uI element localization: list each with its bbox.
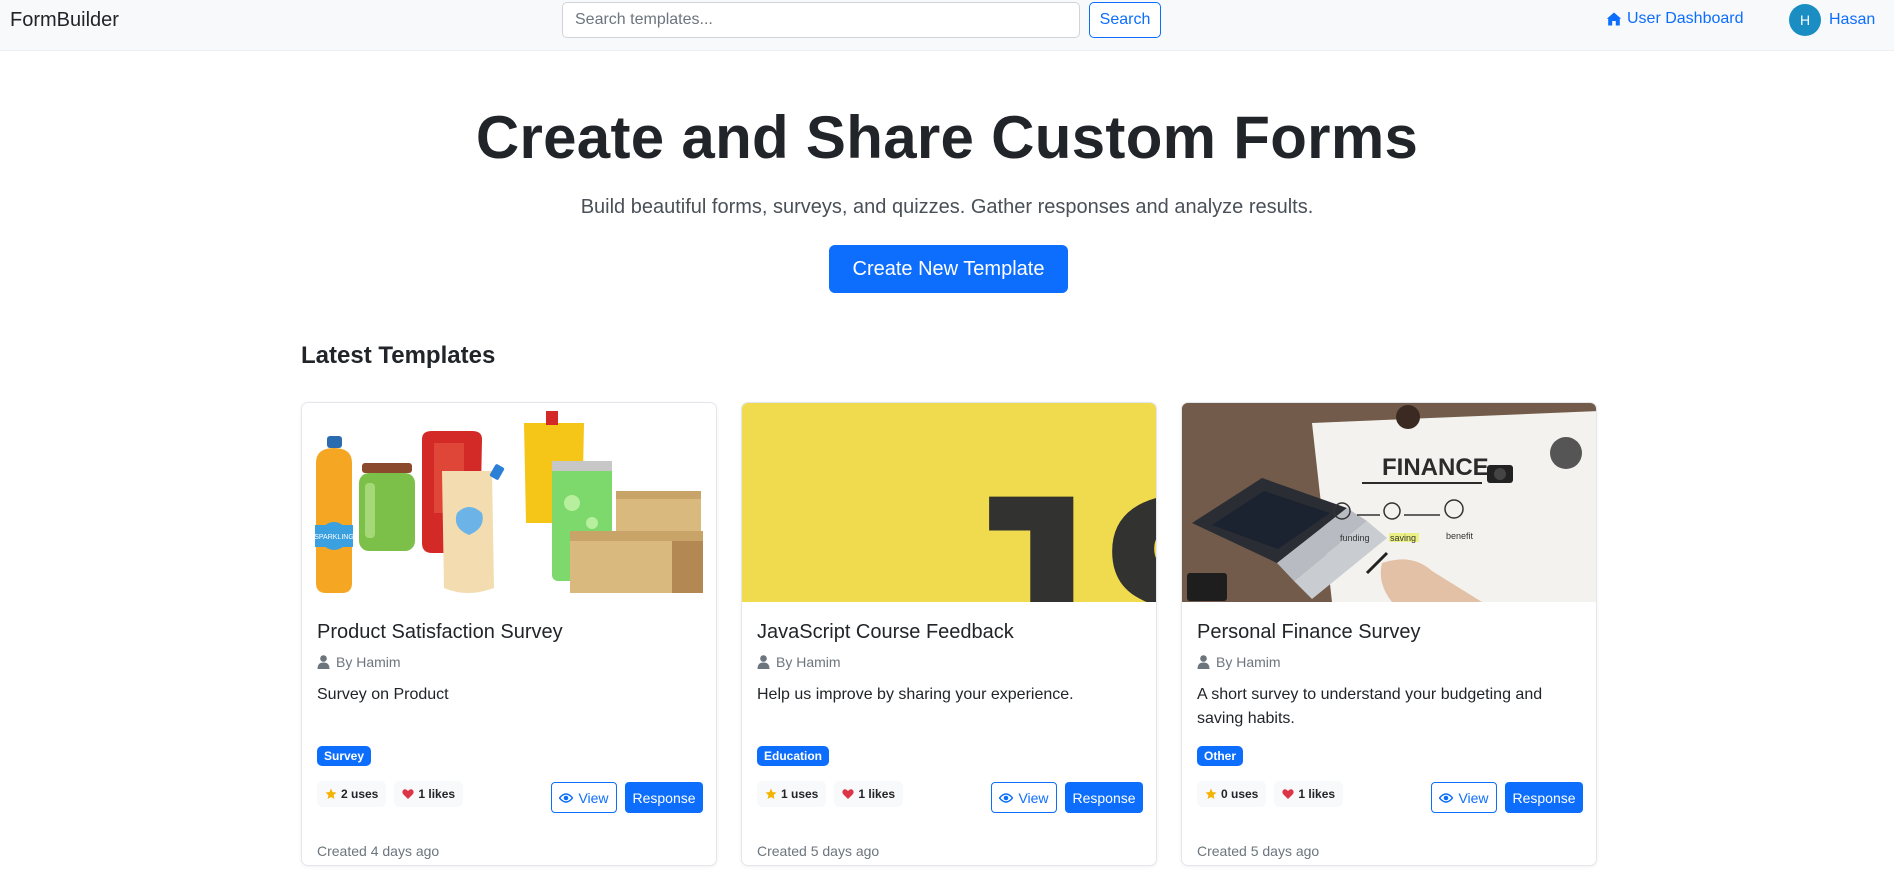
eye-icon [999,792,1014,803]
created-date: Created 5 days ago [1197,843,1320,859]
navbar: FormBuilder Search User Dashboard H Hasa… [0,0,1894,51]
card-title[interactable]: Personal Finance Survey [1197,621,1420,644]
hero-title: Create and Share Custom Forms [475,104,1419,171]
card-stats: 1 uses 1 likes [757,781,904,807]
avatar: H [1789,4,1821,36]
star-icon [325,788,337,799]
js-logo-text: JS [927,431,1157,602]
card-description: Survey on Product [317,686,449,703]
category-badge: Education [757,746,830,766]
card-description: A short survey to understand your budget… [1197,686,1543,727]
created-date: Created 5 days ago [757,843,880,859]
hero-subtitle: Build beautiful forms, surveys, and quiz… [580,196,1314,218]
card-image-finance: FINANCE funding saving benefit [1182,403,1596,602]
finance-word-funding: funding [1340,533,1370,543]
uses-count: 0 uses [1197,781,1267,807]
finance-word-saving: saving [1390,533,1416,543]
likes-count: 1 likes [834,781,904,807]
view-button[interactable]: View [1431,782,1497,813]
response-button[interactable]: Response [1065,782,1143,813]
view-label: View [1458,789,1489,806]
user-icon [1197,655,1210,669]
uses-label: 1 uses [781,787,819,801]
finance-text: FINANCE [1382,454,1489,481]
user-icon [757,655,770,669]
section-title: Latest Templates [301,342,496,369]
card-title[interactable]: Product Satisfaction Survey [317,621,563,644]
card-author: By Hamim [1197,654,1281,670]
view-label: View [1018,789,1049,806]
uses-label: 2 uses [341,787,379,801]
card-author: By Hamim [317,654,401,670]
uses-count: 2 uses [317,781,387,807]
star-icon [1205,788,1217,799]
card-author: By Hamim [757,654,841,670]
response-button[interactable]: Response [625,782,703,813]
eye-icon [559,792,574,803]
likes-label: 1 likes [858,787,896,801]
card-stats: 2 uses 1 likes [317,781,464,807]
uses-label: 0 uses [1221,787,1259,801]
card-image-javascript: JS [742,403,1157,602]
category-badge: Other [1197,746,1244,766]
view-label: View [578,789,609,806]
response-button[interactable]: Response [1505,782,1583,813]
card-author-label: By Hamim [336,654,401,670]
create-template-button[interactable]: Create New Template [829,245,1068,293]
heart-icon [842,789,855,799]
card-author-label: By Hamim [776,654,841,670]
card-image-products: SPARKLING [302,403,716,602]
card-title[interactable]: JavaScript Course Feedback [757,621,1014,644]
user-menu[interactable]: H Hasan [1789,4,1875,36]
heart-icon [402,789,415,799]
bottle-label: SPARKLING [314,534,354,541]
card-author-label: By Hamim [1216,654,1281,670]
template-card[interactable]: SPARKLING Product Satisfaction Survey By… [301,402,717,866]
user-dashboard-link[interactable]: User Dashboard [1606,10,1744,28]
uses-count: 1 uses [757,781,827,807]
user-name: Hasan [1829,11,1876,28]
home-icon [1606,12,1622,26]
category-badge: Survey [317,746,372,766]
search-button[interactable]: Search [1089,2,1161,38]
template-card[interactable]: JS JavaScript Course Feedback By Hamim H… [741,402,1157,866]
template-card[interactable]: FINANCE funding saving benefit Personal … [1181,402,1597,866]
search-input[interactable] [562,2,1080,38]
view-button[interactable]: View [991,782,1057,813]
likes-label: 1 likes [1298,787,1336,801]
created-date: Created 4 days ago [317,843,440,859]
likes-label: 1 likes [418,787,456,801]
star-icon [765,788,777,799]
finance-word-benefit: benefit [1446,531,1474,541]
likes-count: 1 likes [1274,781,1344,807]
eye-icon [1439,792,1454,803]
brand-logo[interactable]: FormBuilder [10,9,119,32]
user-icon [317,655,330,669]
user-dashboard-label: User Dashboard [1627,10,1744,27]
likes-count: 1 likes [394,781,464,807]
card-stats: 0 uses 1 likes [1197,781,1344,807]
card-description: Help us improve by sharing your experien… [757,686,1074,703]
heart-icon [1282,789,1295,799]
view-button[interactable]: View [551,782,617,813]
